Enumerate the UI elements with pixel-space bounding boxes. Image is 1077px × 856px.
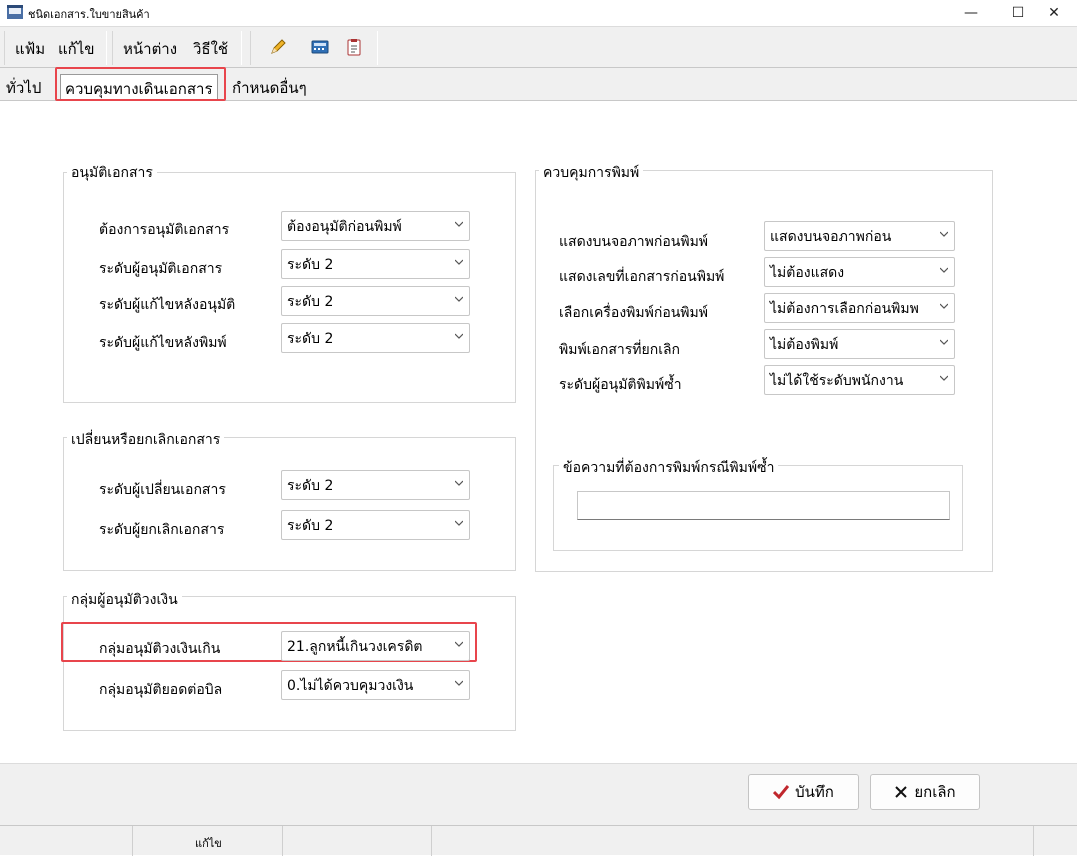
change-level-select[interactable]: ระดับ 2: [281, 470, 470, 500]
credit-over-limit-label: กลุ่มอนุมัติวงเงินเกิน: [99, 641, 221, 657]
save-button-label: บันทึก: [795, 783, 834, 801]
status-bar: แก้ไข: [0, 825, 1077, 856]
edit-after-print-label: ระดับผู้แก้ไขหลังพิมพ์: [99, 335, 227, 351]
chevron-down-icon: [455, 641, 463, 647]
status-cell-1: [0, 826, 133, 856]
approver-level-label: ระดับผู้อนุมัติเอกสาร: [99, 261, 223, 277]
maximize-icon: ☐: [1011, 5, 1025, 21]
button-bar: บันทึก ยกเลิก: [0, 763, 1077, 825]
tab-highlight-box: [55, 67, 226, 101]
cancel-level-label: ระดับผู้ยกเลิกเอกสาร: [99, 522, 225, 538]
reprint-level-select[interactable]: ไม่ได้ใช้ระดับพนักงาน: [764, 365, 955, 395]
chevron-down-icon: [455, 680, 463, 686]
edit-after-print-select[interactable]: ระดับ 2: [281, 323, 470, 353]
menu-edit[interactable]: แก้ไข: [58, 37, 95, 61]
pencil-icon[interactable]: [268, 38, 288, 56]
per-bill-label: กลุ่มอนุมัติยอดต่อบิล: [99, 682, 223, 698]
credit-over-limit-select[interactable]: 21.ลูกหนี้เกินวงเครดิต: [281, 631, 470, 661]
print-cancelled-value: ไม่ต้องพิมพ์: [770, 337, 839, 353]
per-bill-value: 0.ไม่ได้ควบคุมวงเงิน: [287, 678, 414, 694]
minimize-icon: —: [964, 5, 978, 21]
chevron-down-icon: [940, 339, 948, 345]
require-approval-label: ต้องการอนุมัติเอกสาร: [99, 222, 230, 238]
reprint-message-input[interactable]: [577, 491, 950, 520]
require-approval-select[interactable]: ต้องอนุมัติก่อนพิมพ์: [281, 211, 470, 241]
minimize-button[interactable]: —: [948, 0, 994, 26]
edit-after-print-value: ระดับ 2: [287, 331, 334, 347]
edit-after-approve-label: ระดับผู้แก้ไขหลังอนุมัติ: [99, 297, 236, 313]
status-cell-4: [432, 826, 1034, 856]
menu-window[interactable]: หน้าต่าง: [123, 37, 177, 61]
app-icon: [7, 5, 23, 19]
save-button[interactable]: บันทึก: [748, 774, 859, 810]
chevron-down-icon: [455, 221, 463, 227]
cancel-button-label: ยกเลิก: [914, 783, 956, 801]
tab-other-settings[interactable]: กำหนดอื่นๆ: [228, 74, 311, 100]
clipboard-icon[interactable]: [344, 38, 364, 56]
change-cancel-group: [63, 437, 516, 571]
preview-select[interactable]: แสดงบนจอภาพก่อน: [764, 221, 955, 251]
select-printer-label: เลือกเครื่องพิมพ์ก่อนพิมพ์: [559, 305, 708, 321]
menu-help[interactable]: วิธีใช้: [193, 37, 228, 61]
per-bill-select[interactable]: 0.ไม่ได้ควบคุมวงเงิน: [281, 670, 470, 700]
close-button[interactable]: ✕: [1031, 0, 1077, 26]
edit-after-approve-select[interactable]: ระดับ 2: [281, 286, 470, 316]
print-cancelled-label: พิมพ์เอกสารที่ยกเลิก: [559, 342, 681, 358]
chevron-down-icon: [455, 296, 463, 302]
change-level-label: ระดับผู้เปลี่ยนเอกสาร: [99, 482, 226, 498]
tab-strip: ทั่วไป ควบคุมทางเดินเอกสาร กำหนดอื่นๆ: [0, 67, 1077, 101]
cancel-level-value: ระดับ 2: [287, 518, 334, 534]
menu-bar: แฟ้ม แก้ไข หน้าต่าง วิธีใช้: [0, 26, 1077, 68]
preview-value: แสดงบนจอภาพก่อน: [770, 229, 892, 245]
status-mode-text: แก้ไข: [195, 837, 222, 850]
change-cancel-group-title: เปลี่ยนหรือยกเลิกเอกสาร: [67, 429, 225, 451]
print-control-group-title: ควบคุมการพิมพ์: [539, 162, 644, 184]
window-title: ชนิดเอกสาร.ใบขายสินค้า: [28, 8, 150, 21]
chevron-down-icon: [455, 333, 463, 339]
chevron-down-icon: [455, 259, 463, 265]
x-icon: [895, 786, 908, 798]
select-printer-select[interactable]: ไม่ต้องการเลือกก่อนพิมพ: [764, 293, 955, 323]
show-doc-no-value: ไม่ต้องแสดง: [770, 265, 845, 281]
preview-label: แสดงบนจอภาพก่อนพิมพ์: [559, 234, 709, 250]
print-cancelled-select[interactable]: ไม่ต้องพิมพ์: [764, 329, 955, 359]
chevron-down-icon: [940, 267, 948, 273]
approver-level-select[interactable]: ระดับ 2: [281, 249, 470, 279]
change-level-value: ระดับ 2: [287, 478, 334, 494]
reprint-message-title: ข้อความที่ต้องการพิมพ์กรณีพิมพ์ซ้ำ: [559, 457, 779, 479]
credit-group-title: กลุ่มผู้อนุมัติวงเงิน: [67, 589, 182, 611]
show-doc-no-select[interactable]: ไม่ต้องแสดง: [764, 257, 955, 287]
chevron-down-icon: [455, 520, 463, 526]
menu-file[interactable]: แฟ้ม: [15, 37, 45, 61]
chevron-down-icon: [940, 375, 948, 381]
calculator-icon[interactable]: [310, 38, 330, 56]
reprint-level-value: ไม่ได้ใช้ระดับพนักงาน: [770, 373, 904, 389]
chevron-down-icon: [940, 231, 948, 237]
credit-group: [63, 596, 516, 731]
cancel-button[interactable]: ยกเลิก: [870, 774, 980, 810]
approver-level-value: ระดับ 2: [287, 257, 334, 273]
tab-general[interactable]: ทั่วไป: [2, 74, 45, 100]
close-icon: ✕: [1048, 5, 1060, 21]
show-doc-no-label: แสดงเลขที่เอกสารก่อนพิมพ์: [559, 269, 725, 285]
approval-group-title: อนุมัติเอกสาร: [67, 162, 157, 184]
edit-after-approve-value: ระดับ 2: [287, 294, 334, 310]
select-printer-value: ไม่ต้องการเลือกก่อนพิมพ: [770, 301, 919, 317]
status-cell-mode: แก้ไข: [133, 826, 283, 856]
checkmark-icon: [773, 785, 790, 800]
title-bar: ชนิดเอกสาร.ใบขายสินค้า — ☐ ✕: [0, 0, 1077, 26]
chevron-down-icon: [940, 303, 948, 309]
require-approval-value: ต้องอนุมัติก่อนพิมพ์: [287, 219, 402, 235]
chevron-down-icon: [455, 480, 463, 486]
credit-over-limit-value: 21.ลูกหนี้เกินวงเครดิต: [287, 639, 423, 655]
status-cell-3: [283, 826, 432, 856]
reprint-level-label: ระดับผู้อนุมัติพิมพ์ซ้ำ: [559, 377, 682, 393]
cancel-level-select[interactable]: ระดับ 2: [281, 510, 470, 540]
